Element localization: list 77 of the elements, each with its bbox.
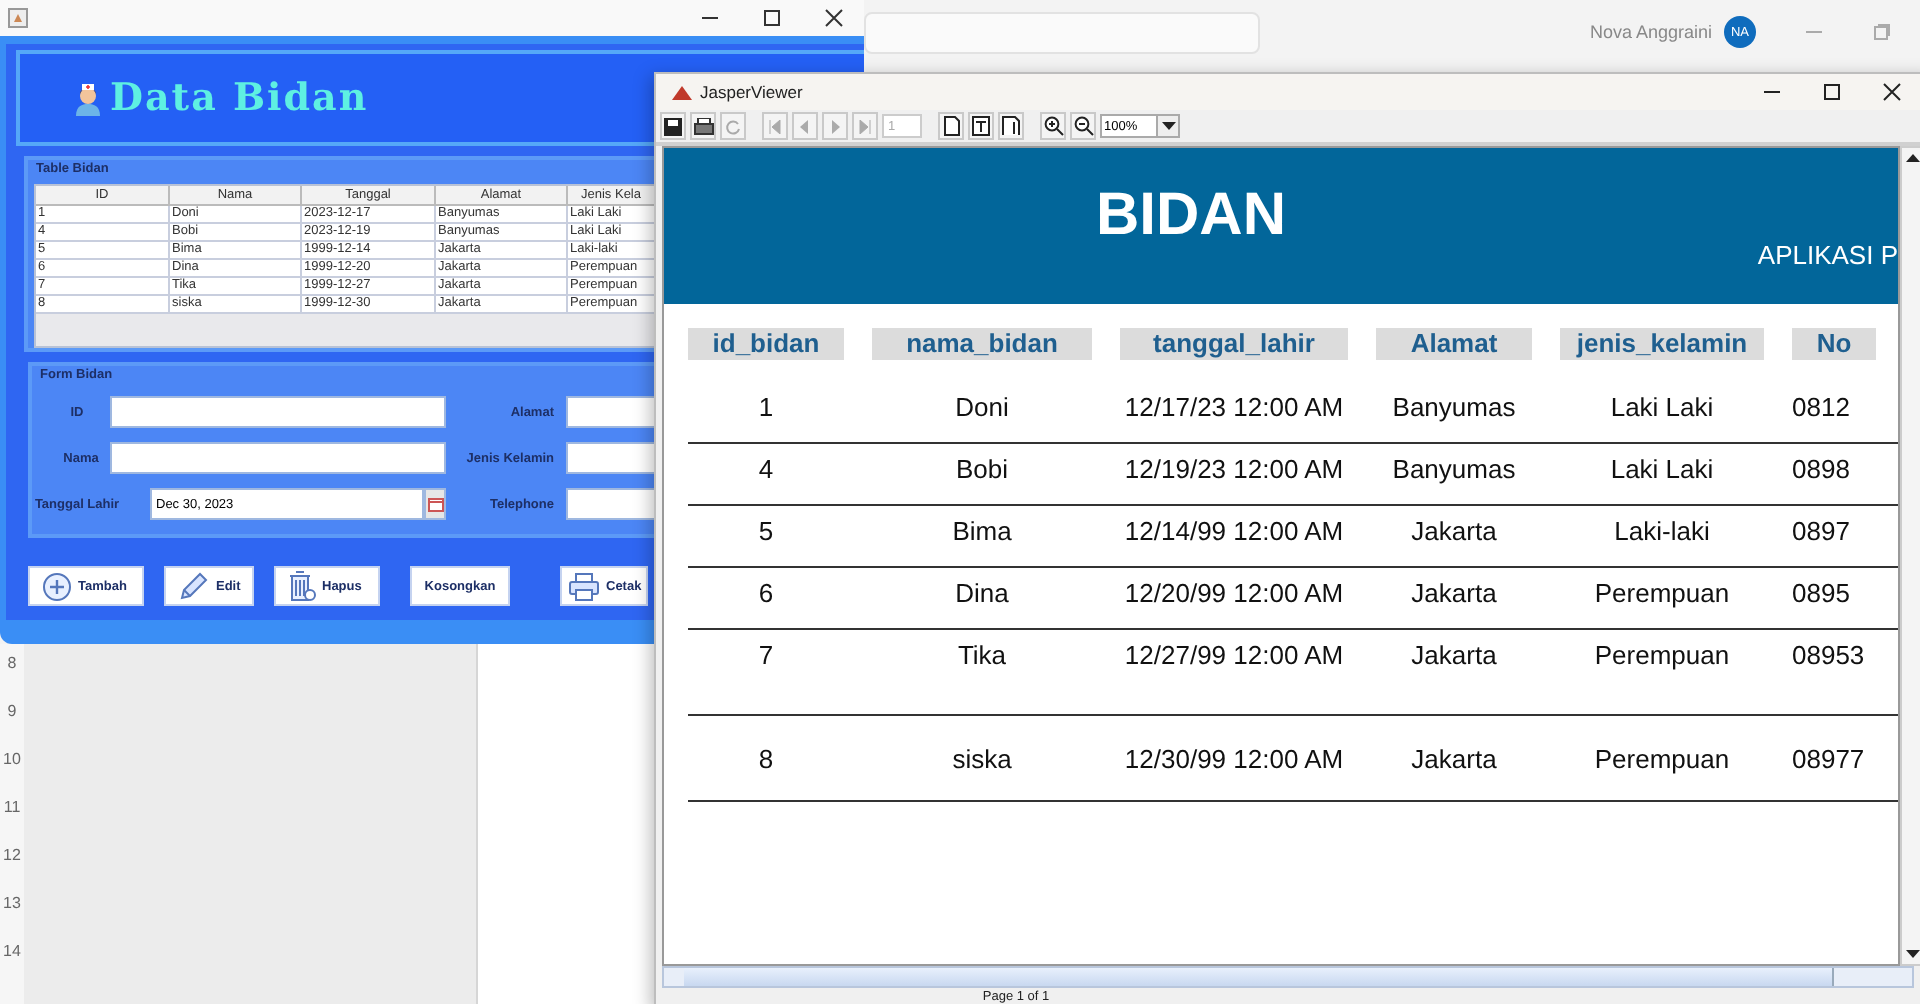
report-cell-text: Dina bbox=[953, 576, 1011, 612]
save-icon[interactable] bbox=[660, 112, 686, 140]
fit-width-icon[interactable] bbox=[968, 112, 994, 140]
report-cell-text: Tika bbox=[955, 638, 1009, 674]
report-cell-text: 4 bbox=[756, 452, 776, 488]
calendar-button[interactable] bbox=[424, 488, 446, 520]
scroll-down-icon[interactable] bbox=[1905, 950, 1919, 960]
window-title: JasperViewer bbox=[700, 82, 803, 102]
dropdown-arrow-icon[interactable] bbox=[1161, 122, 1175, 130]
report-cell-text: 7 bbox=[756, 638, 776, 674]
scroll-up-icon[interactable] bbox=[1905, 152, 1919, 162]
report-cell-text: Laki Laki bbox=[1608, 390, 1716, 426]
report-cell-text: 12/20/99 12:00 AM bbox=[1122, 576, 1346, 612]
report-cell-text: Banyumas bbox=[1390, 452, 1518, 488]
report-cell-text: siska bbox=[950, 742, 1014, 778]
app-icon bbox=[8, 8, 28, 28]
report-cell-text: Laki Laki bbox=[1608, 452, 1716, 488]
report-cell-text: 0812 bbox=[1792, 390, 1852, 426]
report-cell-text: 1 bbox=[756, 390, 776, 426]
report-cell-text: Jakarta bbox=[1409, 742, 1499, 778]
text-field[interactable] bbox=[566, 396, 658, 428]
report-cell-text: 08953 bbox=[1792, 638, 1867, 674]
report-cell-text: 08977 bbox=[1792, 742, 1867, 778]
report-cell-text: Doni bbox=[953, 390, 1011, 426]
report-cell-text: 12/14/99 12:00 AM bbox=[1122, 514, 1346, 550]
report-cell-text: 5 bbox=[756, 514, 776, 550]
heading: Data Bidan bbox=[110, 76, 369, 120]
report-cell-text: 12/19/23 12:00 AM bbox=[1122, 452, 1346, 488]
plus-circle-icon bbox=[42, 571, 72, 601]
column-header: No bbox=[1792, 328, 1876, 360]
printer-icon bbox=[568, 571, 600, 601]
vertical-scrollbar[interactable] bbox=[1900, 146, 1920, 966]
report-cell-text: 0895 bbox=[1792, 576, 1852, 612]
calendar-icon bbox=[427, 497, 443, 511]
trash-icon bbox=[288, 570, 316, 602]
column-header: nama_bidan bbox=[872, 328, 1092, 360]
report-cell-text: Jakarta bbox=[1409, 514, 1499, 550]
user-name: Nova Anggraini bbox=[1589, 22, 1712, 42]
report-cell-text: Perempuan bbox=[1592, 576, 1732, 612]
report-cell-text: 8 bbox=[756, 742, 776, 778]
report-cell-text: 0897 bbox=[1792, 514, 1852, 550]
report-title: BIDAN bbox=[1096, 182, 1286, 250]
horizontal-scrollbar[interactable] bbox=[662, 966, 1914, 988]
report-cell-text: Banyumas bbox=[1390, 390, 1518, 426]
text-field[interactable] bbox=[110, 396, 446, 428]
pencil-icon bbox=[178, 571, 210, 601]
zoom-in-icon[interactable] bbox=[1040, 112, 1066, 140]
nurse-icon bbox=[74, 81, 102, 115]
page-icon[interactable] bbox=[938, 112, 964, 140]
report-cell-text: 12/30/99 12:00 AM bbox=[1122, 742, 1346, 778]
print-icon[interactable] bbox=[690, 112, 716, 140]
report-cell-text: Bima bbox=[950, 514, 1014, 550]
text-field[interactable] bbox=[110, 442, 446, 474]
column-header: Alamat bbox=[1376, 328, 1532, 360]
report-cell-text: Laki-laki bbox=[1612, 514, 1712, 550]
zoom-out-icon[interactable] bbox=[1070, 112, 1096, 140]
app-icon bbox=[672, 85, 692, 99]
fit-page-icon[interactable] bbox=[998, 112, 1024, 140]
report-cell-text: Bobi bbox=[953, 452, 1011, 488]
column-header: id_bidan bbox=[688, 328, 844, 360]
report-cell-text: Jakarta bbox=[1409, 576, 1499, 612]
maximize-icon[interactable] bbox=[1822, 82, 1842, 102]
report-cell-text: 0898 bbox=[1792, 452, 1852, 488]
report-cell-text: Perempuan bbox=[1592, 638, 1732, 674]
close-icon[interactable] bbox=[1882, 82, 1902, 102]
report-cell-text: Jakarta bbox=[1409, 638, 1499, 674]
report-cell-text: 12/17/23 12:00 AM bbox=[1122, 390, 1346, 426]
text-field[interactable] bbox=[566, 488, 658, 520]
text-field[interactable] bbox=[566, 442, 658, 474]
column-header: tanggal_lahir bbox=[1120, 328, 1348, 360]
column-header: jenis_kelamin bbox=[1560, 328, 1764, 360]
maximize-icon[interactable] bbox=[762, 8, 782, 28]
report-cell-text: 12/27/99 12:00 AM bbox=[1122, 638, 1346, 674]
report-cell-text: 6 bbox=[756, 576, 776, 612]
report-cell-text: Perempuan bbox=[1592, 742, 1732, 778]
report-subtitle: APLIKASI P bbox=[1757, 240, 1898, 270]
close-icon[interactable] bbox=[824, 8, 844, 28]
